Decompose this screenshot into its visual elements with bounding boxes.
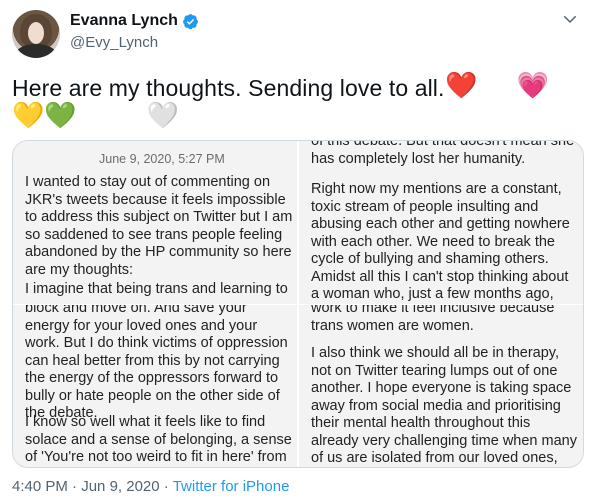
image-pane-bottom-left[interactable]: block and move on. And save your energy … bbox=[13, 305, 297, 467]
pink-heart-emoji: 💗 bbox=[516, 70, 549, 100]
note-paragraph: of this debate. But that doesn't mean sh… bbox=[311, 141, 575, 167]
tweet-date[interactable]: Jun 9, 2020 bbox=[81, 478, 159, 495]
tweet-metadata: 4:40 PM · Jun 9, 2020 · Twitter for iPho… bbox=[12, 478, 289, 495]
separator: · bbox=[163, 478, 169, 495]
image-pane-top-right[interactable]: of this debate. But that doesn't mean sh… bbox=[299, 141, 583, 304]
tweet-text: Here are my thoughts. Sending love to al… bbox=[12, 75, 445, 101]
note-paragraph: work to make it feel inclusive because t… bbox=[311, 305, 555, 334]
avatar-body bbox=[16, 44, 56, 58]
author-name[interactable]: Evanna Lynch bbox=[70, 12, 178, 30]
emoji-row-2: 💛💚 🤍 bbox=[12, 100, 179, 130]
note-paragraph: I also think we should all be in therapy… bbox=[311, 345, 577, 466]
image-pane-bottom-right[interactable]: work to make it feel inclusive because t… bbox=[299, 305, 583, 467]
red-heart-emoji: ❤️ bbox=[445, 70, 478, 100]
avatar-face bbox=[28, 22, 44, 44]
avatar[interactable] bbox=[12, 10, 60, 58]
tweet-source-link[interactable]: Twitter for iPhone bbox=[173, 478, 290, 495]
emoji-row-1: ❤️ 💗 bbox=[445, 70, 549, 100]
verified-badge-icon bbox=[182, 13, 198, 29]
tweet-time[interactable]: 4:40 PM bbox=[12, 478, 68, 495]
chevron-down-icon[interactable] bbox=[561, 10, 579, 28]
tweet: Evanna Lynch @Evy_Lynch Here are my thou… bbox=[0, 0, 593, 501]
yellow-heart-emoji: 💛 bbox=[12, 100, 45, 130]
author-handle[interactable]: @Evy_Lynch bbox=[70, 34, 158, 51]
note-paragraph: I know so well what it feels like to fin… bbox=[25, 414, 292, 465]
separator: · bbox=[72, 478, 78, 495]
note-paragraph: I imagine that being trans and learning … bbox=[25, 281, 288, 297]
note-paragraph: I wanted to stay out of commenting on JK… bbox=[25, 174, 293, 278]
note-date: June 9, 2020, 5:27 PM bbox=[99, 152, 225, 166]
tweet-image[interactable]: June 9, 2020, 5:27 PM I wanted to stay o… bbox=[12, 140, 584, 468]
author-name-row[interactable]: Evanna Lynch bbox=[70, 12, 199, 30]
green-heart-emoji: 💚 bbox=[44, 100, 77, 130]
note-paragraph: block and move on. And save your energy … bbox=[25, 305, 288, 421]
image-divider-horizontal bbox=[13, 304, 583, 305]
white-heart-emoji: 🤍 bbox=[146, 100, 180, 130]
note-paragraph: Right now my mentions are a constant, to… bbox=[311, 181, 570, 304]
image-pane-top-left[interactable]: June 9, 2020, 5:27 PM I wanted to stay o… bbox=[13, 141, 297, 304]
